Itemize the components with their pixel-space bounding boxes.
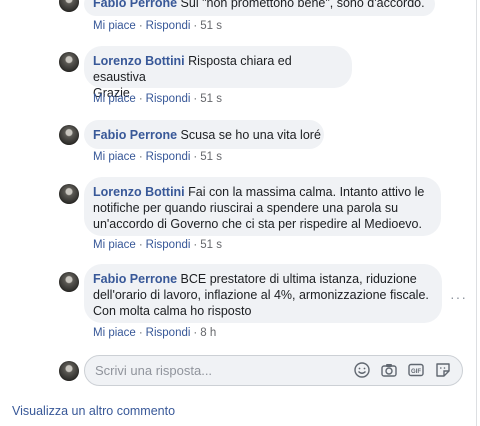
like-link[interactable]: Mi piace [93,20,136,32]
comment-bubble: Fabio Perrone BCE prestatore di ultima i… [84,264,442,323]
avatar [59,361,79,381]
comment-bubble: Fabio Perrone Scusa se ho una vita loré [84,120,324,149]
separator-dot: · [193,151,198,163]
comment-text: dell'orario di lavoro, inflazione al 4%,… [93,288,429,302]
comment-bubble: Lorenzo Bottini Fai con la massima calma… [84,177,441,236]
comment-time[interactable]: 51 s [200,151,222,163]
comment-author[interactable]: Fabio Perrone [93,272,177,286]
avatar[interactable] [59,272,79,292]
separator-dot: · [193,20,198,32]
emoji-icon[interactable] [353,361,371,379]
gif-icon[interactable]: GIF [407,361,425,379]
comment-actions: Mi piace · Rispondi · 51 s [93,239,222,251]
more-options-button[interactable]: ··· [450,289,467,305]
comment-text: BCE prestatore di ultima istanza, riduzi… [180,272,417,286]
comment-text: Con molta calma ho risposto [93,304,252,318]
comment-text: Sul "non promettono bene", sono d'accord… [180,0,425,10]
comment-bubble: Fabio Perrone Sul "non promettono bene",… [84,0,435,16]
comment-actions: Mi piace · Rispondi · 51 s [93,93,222,105]
comment-author[interactable]: Lorenzo Bottini [93,185,185,199]
comment-time[interactable]: 51 s [200,239,222,251]
comment-text: un'accordo di Governo che ci sta per ris… [93,217,422,231]
avatar[interactable] [59,52,79,72]
comment-text: notifiche per quando riuscirai a spender… [93,201,399,215]
comment-bubble: Lorenzo Bottini Risposta chiara ed esaus… [84,46,352,100]
comment-time[interactable]: 51 s [200,93,222,105]
like-link[interactable]: Mi piace [93,327,136,339]
comment-actions: Mi piace · Rispondi · 51 s [93,151,222,163]
reply-link[interactable]: Rispondi [146,239,191,251]
comment-actions: Mi piace · Rispondi · 8 h [93,327,216,339]
avatar[interactable] [59,125,79,145]
reply-link[interactable]: Rispondi [146,151,191,163]
separator-dot: · [138,327,143,339]
comment-time[interactable]: 8 h [200,327,216,339]
comment-text: Fai con la massima calma. Intanto attivo… [188,185,425,199]
svg-text:GIF: GIF [411,369,421,375]
separator-dot: · [193,93,198,105]
comment-text: Scusa se ho una vita loré [180,128,321,142]
separator-dot: · [193,239,198,251]
like-link[interactable]: Mi piace [93,239,136,251]
sticker-icon[interactable] [434,361,452,379]
reply-link[interactable]: Rispondi [146,93,191,105]
camera-icon[interactable] [380,361,398,379]
comment-author[interactable]: Fabio Perrone [93,128,177,142]
reply-input[interactable] [95,356,345,385]
separator-dot: · [138,239,143,251]
avatar[interactable] [59,184,79,204]
reply-link[interactable]: Rispondi [146,20,191,32]
like-link[interactable]: Mi piace [93,151,136,163]
panel-border [476,0,477,426]
avatar[interactable] [59,0,79,12]
comment-author[interactable]: Fabio Perrone [93,0,177,10]
reply-composer[interactable]: GIF [84,355,463,386]
comment-author[interactable]: Lorenzo Bottini [93,54,185,68]
separator-dot: · [138,151,143,163]
separator-dot: · [193,327,198,339]
composer-tools: GIF [353,361,452,379]
separator-dot: · [138,20,143,32]
comment-actions: Mi piace · Rispondi · 51 s [93,20,222,32]
comment-time[interactable]: 51 s [200,20,222,32]
reply-link[interactable]: Rispondi [146,327,191,339]
view-more-comments-link[interactable]: Visualizza un altro commento [12,404,175,418]
separator-dot: · [138,93,143,105]
like-link[interactable]: Mi piace [93,93,136,105]
